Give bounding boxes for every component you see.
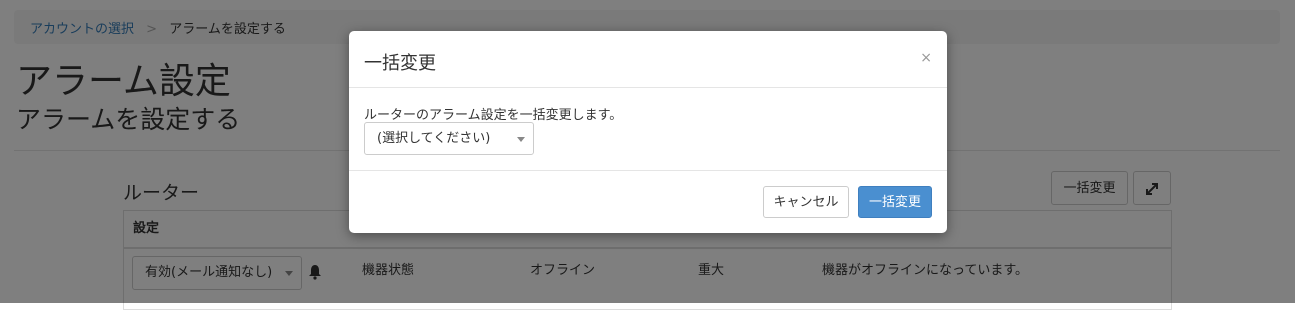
bulk-setting-value: (選択してください) xyxy=(377,131,491,146)
modal-header-divider xyxy=(349,87,947,88)
modal-footer-divider xyxy=(349,170,947,171)
bulk-change-modal: 一括変更 × ルーターのアラーム設定を一括変更します。 (選択してください) キ… xyxy=(349,31,947,233)
bulk-setting-select[interactable]: (選択してください) xyxy=(364,122,534,155)
close-icon[interactable]: × xyxy=(920,50,932,66)
cancel-button[interactable]: キャンセル xyxy=(763,186,849,218)
modal-description: ルーターのアラーム設定を一括変更します。 xyxy=(364,108,623,123)
confirm-bulk-change-button[interactable]: 一括変更 xyxy=(858,186,932,218)
modal-title: 一括変更 xyxy=(364,53,436,74)
chevron-down-icon xyxy=(517,136,525,142)
